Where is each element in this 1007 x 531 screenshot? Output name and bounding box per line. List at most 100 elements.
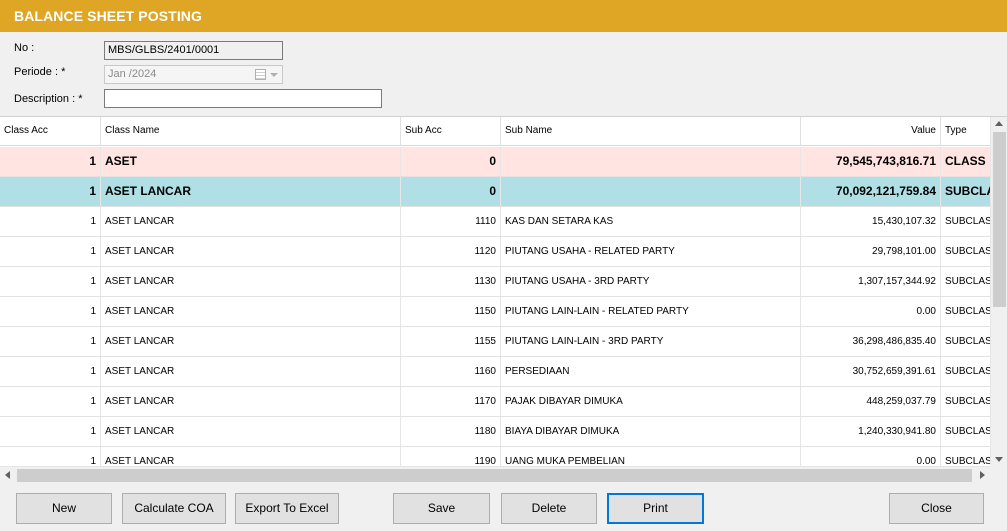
- cell-type[interactable]: CLASS: [941, 147, 990, 176]
- delete-button[interactable]: Delete: [501, 493, 597, 524]
- cell-type[interactable]: SUBCLASS: [941, 267, 990, 296]
- table-row[interactable]: 1 ASET LANCAR 1190 UANG MUKA PEMBELIAN 0.00 S…: [0, 447, 990, 466]
- column-header-class-name[interactable]: Class Name: [101, 117, 401, 146]
- cell-sub-acc[interactable]: 1190: [401, 447, 501, 466]
- cell-sub-name[interactable]: PIUTANG USAHA - RELATED PARTY: [501, 237, 801, 266]
- cell-value[interactable]: 79,545,743,816.71: [801, 147, 941, 176]
- cell-value[interactable]: 30,752,659,391.61: [801, 357, 941, 386]
- cell-sub-acc[interactable]: 1130: [401, 267, 501, 296]
- cell-class-name[interactable]: ASET LANCAR: [101, 237, 401, 266]
- chevron-down-icon[interactable]: [270, 73, 278, 77]
- cell-sub-acc[interactable]: 1110: [401, 207, 501, 236]
- cell-class-acc[interactable]: 1: [0, 147, 101, 176]
- cell-class-name[interactable]: ASET LANCAR: [101, 357, 401, 386]
- cell-value[interactable]: 15,430,107.32: [801, 207, 941, 236]
- vertical-scrollbar[interactable]: [990, 117, 1007, 466]
- cell-value[interactable]: 448,259,037.79: [801, 387, 941, 416]
- cell-sub-name[interactable]: PIUTANG LAIN-LAIN - 3RD PARTY: [501, 327, 801, 356]
- cell-sub-name[interactable]: KAS DAN SETARA KAS: [501, 207, 801, 236]
- table-row[interactable]: 1 ASET LANCAR 1150 PIUTANG LAIN-LAIN - RELA…: [0, 297, 990, 327]
- cell-sub-name[interactable]: UANG MUKA PEMBELIAN: [501, 447, 801, 466]
- cell-class-name[interactable]: ASET LANCAR: [101, 327, 401, 356]
- cell-class-acc[interactable]: 1: [0, 207, 101, 236]
- no-field[interactable]: MBS/GLBS/2401/0001: [104, 41, 283, 60]
- cell-sub-name[interactable]: PIUTANG USAHA - 3RD PARTY: [501, 267, 801, 296]
- table-row[interactable]: 1 ASET LANCAR 1130 PIUTANG USAHA - 3RD PART…: [0, 267, 990, 297]
- table-row[interactable]: 1 ASET LANCAR 1120 PIUTANG USAHA - RELATED …: [0, 237, 990, 267]
- horizontal-scroll-thumb[interactable]: [17, 469, 972, 482]
- print-button[interactable]: Print: [607, 493, 704, 524]
- table-row[interactable]: 1 ASET LANCAR 1110 KAS DAN SETARA KAS 15,430…: [0, 207, 990, 237]
- cell-sub-name[interactable]: PERSEDIAAN: [501, 357, 801, 386]
- cell-class-name[interactable]: ASET LANCAR: [101, 267, 401, 296]
- cell-sub-acc[interactable]: 1150: [401, 297, 501, 326]
- cell-type[interactable]: SUBCLASS: [941, 237, 990, 266]
- cell-type[interactable]: SUBCLASS: [941, 447, 990, 466]
- cell-class-acc[interactable]: 1: [0, 387, 101, 416]
- cell-sub-acc[interactable]: 1180: [401, 417, 501, 446]
- periode-date-picker[interactable]: Jan /2024: [104, 65, 283, 84]
- cell-class-acc[interactable]: 1: [0, 327, 101, 356]
- cell-type[interactable]: SUBCLASS: [941, 207, 990, 236]
- cell-value[interactable]: 0.00: [801, 297, 941, 326]
- cell-value[interactable]: 36,298,486,835.40: [801, 327, 941, 356]
- column-header-type[interactable]: Type: [941, 117, 990, 146]
- cell-sub-acc[interactable]: 0: [401, 147, 501, 176]
- cell-sub-name[interactable]: [501, 177, 801, 206]
- cell-class-name[interactable]: ASET: [101, 147, 401, 176]
- cell-sub-name[interactable]: PIUTANG LAIN-LAIN - RELATED PARTY: [501, 297, 801, 326]
- cell-type[interactable]: SUBCLASS: [941, 297, 990, 326]
- cell-type[interactable]: SUBCLASS: [941, 357, 990, 386]
- close-button[interactable]: Close: [889, 493, 984, 524]
- cell-class-acc[interactable]: 1: [0, 417, 101, 446]
- scroll-up-icon[interactable]: [995, 121, 1003, 126]
- cell-type[interactable]: SUBCLASS: [941, 177, 990, 206]
- vertical-scroll-thumb[interactable]: [993, 132, 1006, 307]
- cell-value[interactable]: 0.00: [801, 447, 941, 466]
- table-row[interactable]: 1 ASET LANCAR 1155 PIUTANG LAIN-LAIN - 3RD …: [0, 327, 990, 357]
- cell-value[interactable]: 1,240,330,941.80: [801, 417, 941, 446]
- horizontal-scrollbar[interactable]: [0, 466, 990, 482]
- cell-class-name[interactable]: ASET LANCAR: [101, 447, 401, 466]
- cell-class-name[interactable]: ASET LANCAR: [101, 387, 401, 416]
- cell-class-acc[interactable]: 1: [0, 447, 101, 466]
- scroll-right-icon[interactable]: [980, 471, 985, 479]
- column-header-sub-acc[interactable]: Sub Acc: [401, 117, 501, 146]
- table-row[interactable]: 1 ASET LANCAR 1180 BIAYA DIBAYAR DIMUKA 1,24…: [0, 417, 990, 447]
- balance-sheet-grid[interactable]: Class Acc Class Name Sub Acc Sub Name Va…: [0, 116, 1007, 482]
- table-row[interactable]: 1 ASET LANCAR 1160 PERSEDIAAN 30,752,659,391…: [0, 357, 990, 387]
- cell-value[interactable]: 70,092,121,759.84: [801, 177, 941, 206]
- column-header-sub-name[interactable]: Sub Name: [501, 117, 801, 146]
- cell-sub-acc[interactable]: 1120: [401, 237, 501, 266]
- cell-type[interactable]: SUBCLASS: [941, 327, 990, 356]
- column-header-class-acc[interactable]: Class Acc: [0, 117, 101, 146]
- table-row[interactable]: 1ASET LANCAR0 70,092,121,759.84SUBCLASS: [0, 177, 990, 207]
- calendar-icon[interactable]: [255, 69, 266, 80]
- cell-sub-acc[interactable]: 1170: [401, 387, 501, 416]
- cell-class-acc[interactable]: 1: [0, 297, 101, 326]
- calculate-coa-button[interactable]: Calculate COA: [122, 493, 226, 524]
- export-to-excel-button[interactable]: Export To Excel: [235, 493, 339, 524]
- cell-value[interactable]: 1,307,157,344.92: [801, 267, 941, 296]
- cell-sub-acc[interactable]: 0: [401, 177, 501, 206]
- table-row[interactable]: 1 ASET 0 79,545,743,816.71 CLASS: [0, 147, 990, 177]
- cell-class-acc[interactable]: 1: [0, 357, 101, 386]
- cell-class-name[interactable]: ASET LANCAR: [101, 207, 401, 236]
- scroll-left-icon[interactable]: [5, 471, 10, 479]
- cell-sub-name[interactable]: PAJAK DIBAYAR DIMUKA: [501, 387, 801, 416]
- cell-class-name[interactable]: ASET LANCAR: [101, 297, 401, 326]
- cell-class-acc[interactable]: 1: [0, 267, 101, 296]
- cell-sub-acc[interactable]: 1155: [401, 327, 501, 356]
- cell-class-acc[interactable]: 1: [0, 177, 101, 206]
- cell-class-name[interactable]: ASET LANCAR: [101, 177, 401, 206]
- table-row[interactable]: 1 ASET LANCAR 1170 PAJAK DIBAYAR DIMUKA 448,…: [0, 387, 990, 417]
- cell-sub-name[interactable]: BIAYA DIBAYAR DIMUKA: [501, 417, 801, 446]
- cell-class-acc[interactable]: 1: [0, 237, 101, 266]
- cell-type[interactable]: SUBCLASS: [941, 417, 990, 446]
- cell-class-name[interactable]: ASET LANCAR: [101, 417, 401, 446]
- cell-value[interactable]: 29,798,101.00: [801, 237, 941, 266]
- cell-sub-name[interactable]: [501, 147, 801, 176]
- cell-type[interactable]: SUBCLASS: [941, 387, 990, 416]
- description-input[interactable]: [104, 89, 382, 108]
- new-button[interactable]: New: [16, 493, 112, 524]
